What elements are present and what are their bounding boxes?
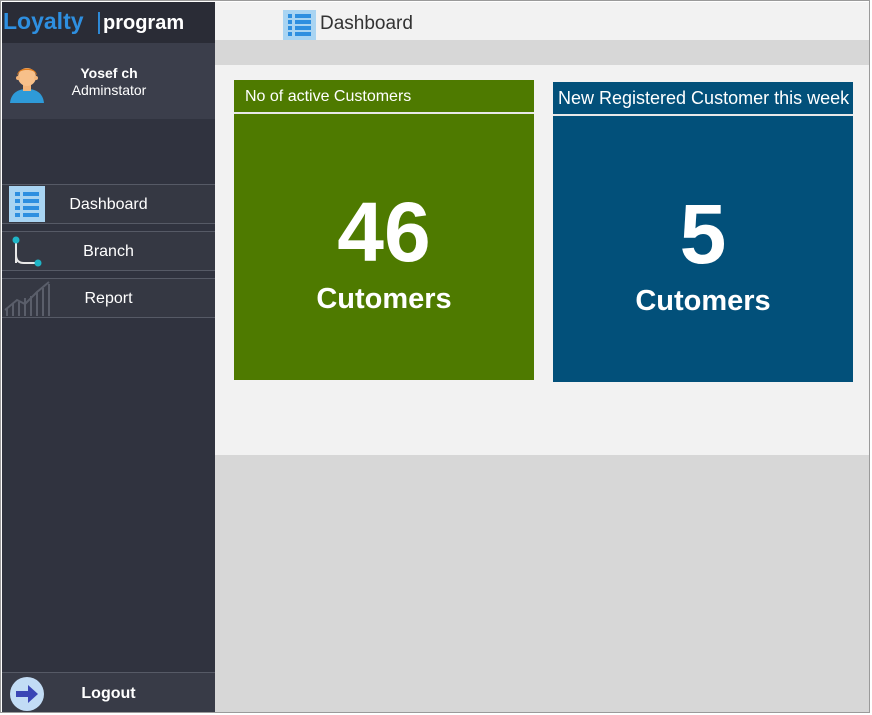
sidebar-item-label: Branch (83, 243, 134, 260)
sidebar-item-report[interactable]: Report (2, 278, 215, 318)
brand-logo[interactable]: Loyalty | program (2, 2, 215, 43)
card-unit: Cutomers (316, 283, 452, 315)
card-value: 46 (337, 185, 431, 279)
card-unit: Cutomers (635, 285, 771, 317)
card-header: New Registered Customer this week (553, 82, 853, 116)
card-title: New Registered Customer this week (558, 88, 850, 108)
top-header: Dashboard (215, 2, 869, 40)
app-window: Loyalty | program Yosef ch Adminstator D… (0, 0, 870, 713)
brand-name-primary: Loyalty (3, 8, 84, 34)
page-title: Dashboard (320, 13, 413, 34)
dashboard-content: No of active Customers 46 Cutomers New R… (215, 65, 869, 455)
card-value: 5 (679, 187, 727, 281)
active-customers-card[interactable]: No of active Customers 46 Cutomers (234, 80, 534, 380)
list-icon (283, 10, 316, 40)
sidebar: Loyalty | program Yosef ch Adminstator D… (2, 2, 215, 712)
sidebar-item-branch[interactable]: Branch (2, 231, 215, 271)
logout-button[interactable]: Logout (2, 672, 215, 712)
header-divider (215, 40, 869, 65)
user-panel: Yosef ch Adminstator (2, 43, 215, 119)
brand-separator: | (96, 8, 102, 34)
sidebar-item-dashboard[interactable]: Dashboard (2, 184, 215, 224)
card-title: No of active Customers (245, 88, 412, 105)
user-role: Adminstator (71, 82, 147, 98)
sidebar-item-label: Report (84, 290, 133, 307)
user-name: Yosef ch (80, 65, 138, 81)
user-avatar-icon (10, 68, 44, 103)
brand-name-secondary: program (103, 12, 185, 34)
new-customers-card[interactable]: New Registered Customer this week 5 Cuto… (553, 82, 853, 382)
card-header: No of active Customers (234, 80, 534, 114)
empty-area (215, 455, 869, 712)
sidebar-item-label: Dashboard (69, 196, 148, 213)
logout-label: Logout (81, 685, 136, 702)
